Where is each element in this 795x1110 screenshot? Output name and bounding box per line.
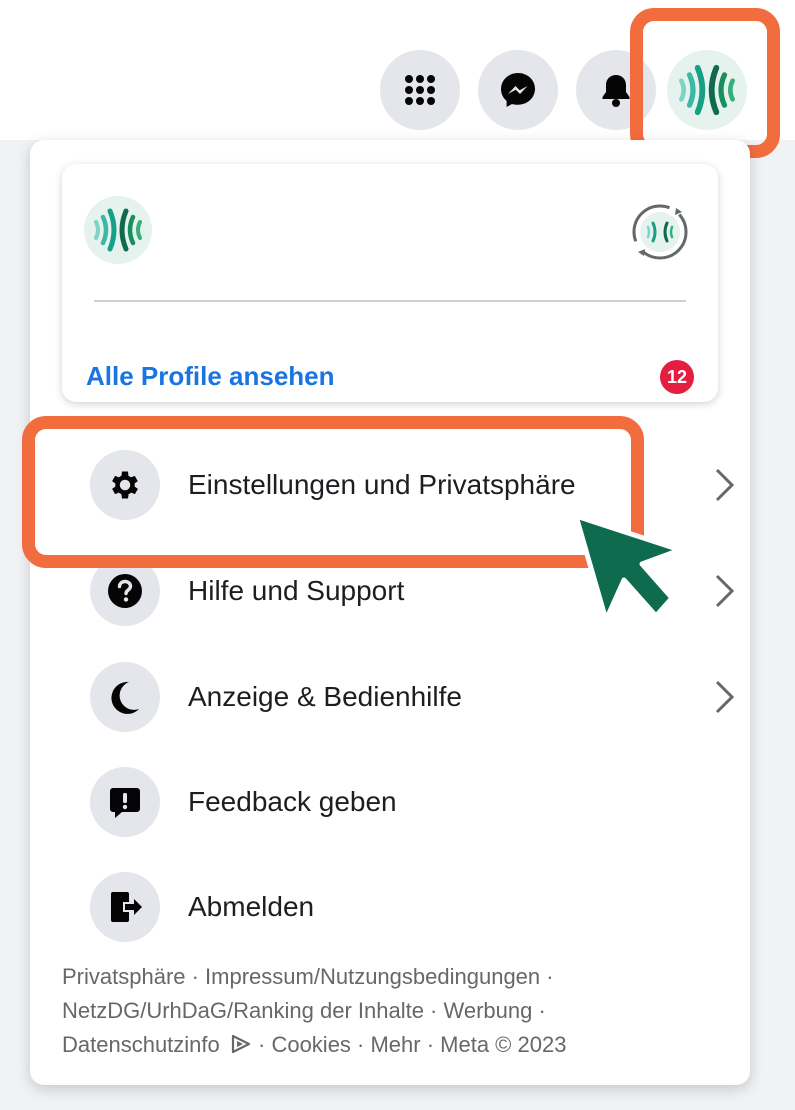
menu-icon-circle bbox=[90, 767, 160, 837]
account-avatar[interactable] bbox=[667, 50, 747, 130]
notifications-button[interactable] bbox=[576, 50, 656, 130]
chevron-right-icon bbox=[715, 680, 735, 714]
switch-profile-icon bbox=[632, 204, 688, 260]
menu-item-label: Einstellungen und Privatsphäre bbox=[188, 469, 576, 500]
privacy-choices-link[interactable]: Datenschutzinfo bbox=[62, 1032, 220, 1057]
brand-logo-icon bbox=[94, 208, 142, 252]
gear-icon bbox=[112, 471, 138, 499]
menu-icon-circle bbox=[90, 872, 160, 942]
menu-button[interactable] bbox=[380, 50, 460, 130]
chevron-right-icon bbox=[715, 574, 735, 608]
menu-icon-circle bbox=[90, 556, 160, 626]
logout-icon bbox=[111, 892, 142, 922]
cursor-arrow-icon bbox=[573, 513, 683, 623]
footer-links-tail[interactable]: · Cookies · Mehr · Meta © 2023 bbox=[252, 1032, 566, 1057]
see-all-profiles-link[interactable]: Alle Profile ansehen bbox=[86, 360, 335, 392]
brand-logo-icon bbox=[679, 64, 735, 116]
footer-line: Datenschutzinfo · Cookies · Mehr · Meta … bbox=[62, 1028, 722, 1062]
footer-line[interactable]: NetzDG/UrhDaG/Ranking der Inhalte · Werb… bbox=[62, 994, 722, 1028]
menu-item-label: Abmelden bbox=[188, 891, 315, 922]
menu-item-give-feedback[interactable]: Feedback geben bbox=[60, 757, 750, 847]
switch-profile-button[interactable] bbox=[628, 200, 692, 264]
menu-item-logout[interactable]: Abmelden bbox=[60, 862, 750, 952]
footer-links: Privatsphäre · Impressum/Nutzungsbedingu… bbox=[62, 960, 722, 1062]
menu-item-label: Feedback geben bbox=[188, 786, 397, 817]
profile-avatar[interactable] bbox=[84, 196, 152, 264]
grid-menu-icon bbox=[405, 75, 435, 105]
messenger-button[interactable] bbox=[478, 50, 558, 130]
profile-card-divider bbox=[94, 300, 686, 302]
profiles-notification-badge: 12 bbox=[660, 360, 694, 394]
menu-item-display-accessibility[interactable]: Anzeige & Bedienhilfe bbox=[60, 652, 750, 742]
ad-choices-icon[interactable] bbox=[230, 1034, 252, 1054]
menu-icon-circle bbox=[90, 662, 160, 732]
messenger-icon bbox=[501, 73, 535, 107]
feedback-icon bbox=[110, 788, 140, 818]
menu-icon-circle bbox=[90, 450, 160, 520]
bell-icon bbox=[602, 75, 630, 107]
chevron-right-icon bbox=[715, 468, 735, 502]
profile-card[interactable]: Alle Profile ansehen 12 bbox=[62, 164, 718, 402]
moon-icon bbox=[111, 681, 139, 714]
menu-item-label: Anzeige & Bedienhilfe bbox=[188, 681, 462, 712]
footer-line[interactable]: Privatsphäre · Impressum/Nutzungsbedingu… bbox=[62, 960, 722, 994]
menu-item-label: Hilfe und Support bbox=[188, 575, 405, 606]
question-icon bbox=[108, 574, 142, 608]
